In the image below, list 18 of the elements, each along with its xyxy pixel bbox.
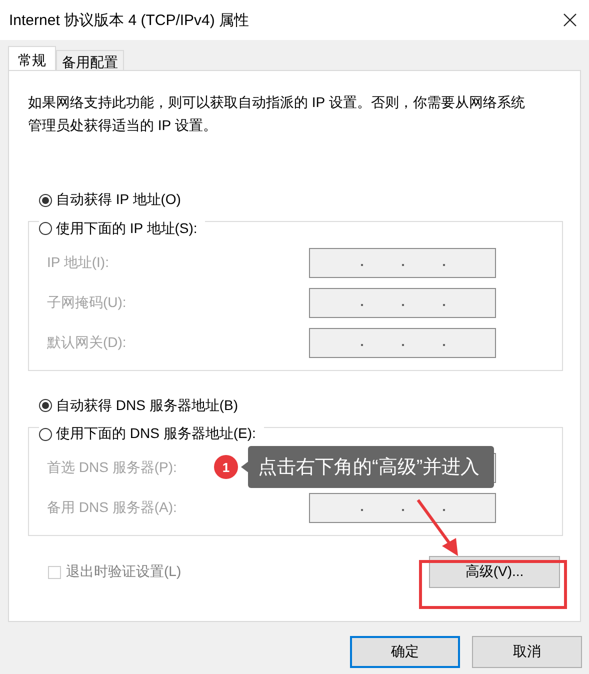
field-label: 备用 DNS 服务器(A): (47, 499, 177, 517)
ok-button[interactable]: 确定 (350, 636, 460, 668)
radio-label: 自动获得 DNS 服务器地址(B) (56, 396, 238, 414)
window-title: Internet 协议版本 4 (TCP/IPv4) 属性 (9, 10, 250, 30)
tab[interactable]: 备用配置 (56, 50, 124, 70)
cancel-button[interactable]: 取消 (472, 636, 582, 668)
field-label: 默认网关(D): (47, 334, 126, 352)
field-label: IP 地址(I): (47, 254, 109, 272)
radio-label: 自动获得 IP 地址(O) (56, 191, 181, 209)
field-label: 首选 DNS 服务器(P): (47, 459, 177, 477)
field-label: 子网掩码(U): (47, 294, 126, 312)
checkbox-label: 退出时验证设置(L) (66, 563, 182, 581)
tooltip: 点击右下角的“高级”并进入 (248, 446, 494, 488)
tab[interactable]: 常规 (8, 46, 56, 70)
advanced-button[interactable]: 高级(V)... (429, 556, 560, 588)
description-text: 如果网络支持此功能，则可以获取自动指派的 IP 设置。否则，你需要从网络系统管理员处获得适当的 IP 设置。 (28, 93, 526, 135)
radio-label: 使用下面的 IP 地址(S): (56, 220, 198, 238)
radio-label: 使用下面的 DNS 服务器地址(E): (56, 425, 256, 443)
